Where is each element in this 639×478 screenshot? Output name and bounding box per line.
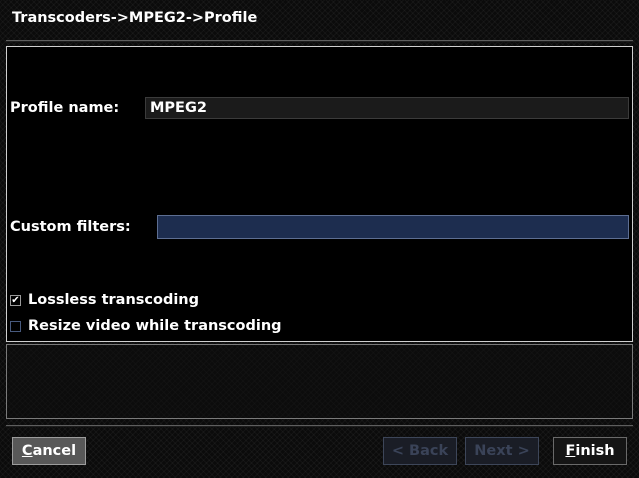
- custom-filters-input[interactable]: [157, 215, 629, 239]
- back-button[interactable]: < Back: [383, 437, 457, 465]
- cancel-button[interactable]: Cancel: [12, 437, 86, 465]
- lossless-transcoding-option[interactable]: ✔ Lossless transcoding: [10, 291, 210, 309]
- cancel-label: ancel: [32, 443, 77, 459]
- profile-name-label: Profile name:: [10, 100, 120, 116]
- window-title: Transcoders->MPEG2->Profile: [12, 10, 258, 26]
- next-button[interactable]: Next >: [465, 437, 539, 465]
- finish-button[interactable]: Finish: [553, 437, 627, 465]
- profile-name-input[interactable]: [145, 97, 629, 119]
- title-divider: [6, 40, 633, 42]
- finish-mnemonic: F: [565, 443, 576, 459]
- resize-video-option[interactable]: Resize video while transcoding: [10, 317, 290, 335]
- button-bar-divider: [6, 425, 633, 427]
- lossless-transcoding-label: Lossless transcoding: [28, 292, 200, 308]
- help-text-panel: [6, 344, 633, 419]
- lossless-checkbox-icon[interactable]: ✔: [10, 295, 21, 306]
- resize-video-label: Resize video while transcoding: [28, 318, 282, 334]
- cancel-mnemonic: C: [21, 443, 33, 459]
- custom-filters-label: Custom filters:: [10, 219, 131, 235]
- finish-label: inish: [575, 443, 615, 459]
- resize-video-checkbox-icon[interactable]: [10, 321, 21, 332]
